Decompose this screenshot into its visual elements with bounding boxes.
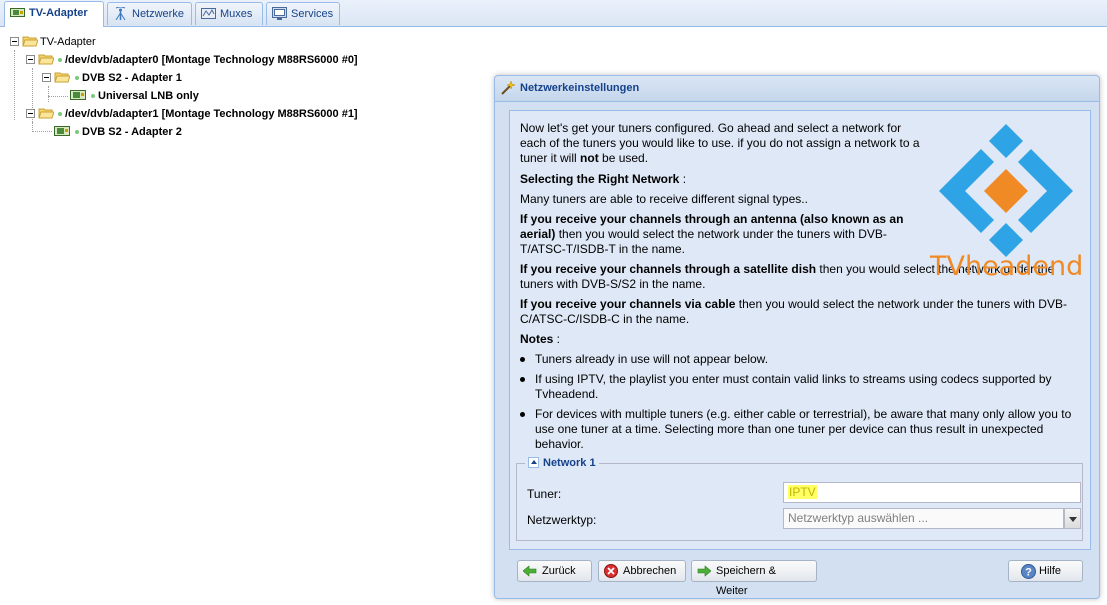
tree-node-frontend1[interactable]: DVB S2 - Adapter 1 (42, 69, 242, 87)
antenna-text: If you receive your channels through an … (520, 212, 930, 257)
tv-card-icon (54, 126, 70, 136)
network-type-select[interactable]: Netzwerktyp auswählen ... (783, 508, 1081, 529)
notes-colon: : (553, 332, 561, 346)
collapse-icon[interactable] (26, 55, 35, 64)
tab-netzwerke[interactable]: Netzwerke (107, 2, 192, 25)
satellite-bold: If you receive your channels through a s… (520, 262, 817, 276)
adapter-tree: TV-Adapter /dev/dvb/adapter0 [Montage Te… (0, 30, 480, 230)
tree-node-label: DVB S2 - Adapter 1 (82, 72, 182, 84)
collapse-icon[interactable] (42, 73, 51, 82)
intro-text: Now let's get your tuners configured. Go… (520, 121, 930, 166)
cable-text: If you receive your channels via cable t… (520, 297, 1080, 327)
bullet-icon (520, 357, 525, 362)
fieldset-legend-label: Network 1 (543, 457, 596, 469)
back-label: Zurück (542, 565, 576, 577)
tree-node-label: TV-Adapter (40, 36, 96, 48)
tab-label: TV-Adapter (29, 7, 88, 19)
tree-guide (14, 50, 15, 120)
bullet-icon (520, 412, 525, 417)
tree-node-frontend2[interactable]: DVB S2 - Adapter 2 (54, 123, 254, 141)
status-dot-icon (75, 76, 79, 80)
chevron-down-icon[interactable] (1064, 508, 1081, 529)
svg-text:?: ? (1025, 567, 1032, 579)
selecting-colon: : (679, 172, 687, 186)
tree-node-adapter0[interactable]: /dev/dvb/adapter0 [Montage Technology M8… (26, 51, 406, 69)
collapse-icon[interactable] (26, 109, 35, 118)
intro-bold: not (580, 151, 599, 165)
logo-text: TVheadend (930, 251, 1084, 282)
note-text: Tuners already in use will not appear be… (535, 352, 769, 366)
status-dot-icon (58, 112, 62, 116)
tree-node-label: Universal LNB only (98, 90, 199, 102)
help-icon: ? (1021, 564, 1036, 579)
network-fieldset: Network 1 Tuner: IPTV Netzwerktyp: Netzw… (516, 456, 1083, 541)
tuner-value: IPTV (788, 485, 817, 499)
dialog-header[interactable]: Netzwerkeinstellungen (495, 76, 1099, 102)
services-icon (272, 7, 287, 20)
network-type-input[interactable]: Netzwerktyp auswählen ... (783, 508, 1064, 529)
cancel-button[interactable]: Abbrechen (598, 560, 686, 582)
antenna-rest: then you would select the network under … (520, 227, 887, 256)
tuner-field[interactable]: IPTV (783, 482, 1081, 503)
folder-open-icon (22, 36, 38, 47)
tab-strip: TV-Adapter Netzwerke Muxes Services (0, 0, 1107, 27)
status-dot-icon (75, 130, 79, 134)
tab-services[interactable]: Services (266, 2, 340, 25)
save-next-button[interactable]: Speichern & Weiter (691, 560, 817, 597)
save-next-label: Speichern & Weiter (716, 565, 776, 597)
network-settings-dialog: Netzwerkeinstellungen Now let's get your… (494, 75, 1100, 599)
arrow-right-icon (697, 565, 711, 577)
tab-label: Netzwerke (132, 8, 184, 20)
fieldset-legend[interactable]: Network 1 (525, 456, 599, 471)
dialog-body: Now let's get your tuners configured. Go… (509, 110, 1091, 550)
tree-node-root[interactable]: TV-Adapter (10, 33, 210, 51)
collapse-icon[interactable] (10, 37, 19, 46)
status-dot-icon (91, 94, 95, 98)
folder-open-icon (38, 54, 54, 65)
selecting-heading-bold: Selecting the Right Network (520, 172, 680, 186)
bullet-icon (520, 377, 525, 382)
tab-tv-adapter[interactable]: TV-Adapter (4, 1, 104, 27)
folder-open-icon (54, 72, 70, 83)
tab-label: Muxes (220, 8, 253, 20)
tree-node-label: DVB S2 - Adapter 2 (82, 126, 182, 138)
cancel-icon (604, 564, 618, 578)
tree-node-label: /dev/dvb/adapter0 [Montage Technology M8… (65, 54, 358, 66)
tree-guide (48, 96, 68, 97)
tree-node-adapter1[interactable]: /dev/dvb/adapter1 [Montage Technology M8… (26, 105, 406, 123)
back-button[interactable]: Zurück (517, 560, 592, 582)
tv-card-icon (70, 90, 86, 100)
tab-label: Services (291, 8, 334, 20)
tree-node-lnb[interactable]: Universal LNB only (70, 87, 270, 105)
notes-heading-bold: Notes (520, 332, 554, 346)
status-dot-icon (58, 58, 62, 62)
help-label: Hilfe (1039, 565, 1062, 577)
tuner-label: Tuner: (527, 487, 562, 501)
tv-card-icon (10, 8, 25, 17)
tree-node-label: /dev/dvb/adapter1 [Montage Technology M8… (65, 108, 358, 120)
antenna-icon (115, 7, 126, 20)
tree-guide (32, 131, 52, 132)
muxes-icon (201, 8, 216, 19)
intro-post: be used. (598, 151, 649, 165)
tab-muxes[interactable]: Muxes (195, 2, 263, 25)
note-text: If using IPTV, the playlist you enter mu… (535, 372, 1052, 401)
collapse-up-icon[interactable] (528, 457, 539, 468)
arrow-left-icon (523, 565, 537, 577)
notes-heading: Notes : (520, 332, 1080, 347)
cancel-label: Abbrechen (623, 565, 677, 577)
tree-guide (48, 86, 49, 102)
folder-open-icon (38, 108, 54, 119)
help-button[interactable]: ? Hilfe (1008, 560, 1083, 582)
cable-bold: If you receive your channels via cable (520, 297, 736, 311)
network-type-label: Netzwerktyp: (527, 513, 597, 527)
dialog-title: Netzwerkeinstellungen (520, 82, 640, 94)
magic-wand-icon (501, 81, 515, 95)
note-text: For devices with multiple tuners (e.g. e… (535, 407, 1072, 451)
